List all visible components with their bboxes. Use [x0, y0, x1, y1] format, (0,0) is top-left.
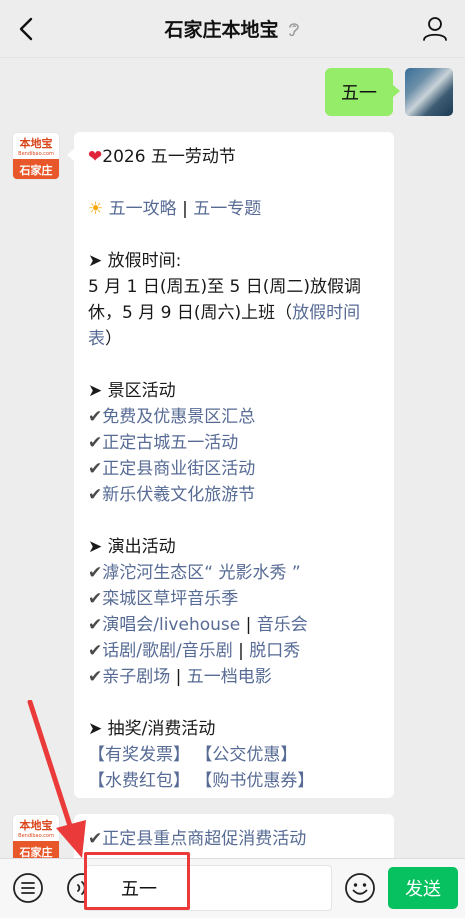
check-icon: ✔ — [88, 615, 103, 635]
show-item: ✔亲子剧场 | 五一档电影 — [88, 667, 272, 687]
book-coupon-link[interactable]: 【购书优惠券】 — [195, 771, 314, 791]
holiday-heading: ➤ 放假时间: — [88, 251, 182, 271]
self-message-row: 五一 — [325, 68, 453, 116]
lottery-heading: ➤ 抽奖/消费活动 — [88, 719, 216, 739]
scenic-item: ✔正定古城五一活动 — [88, 433, 239, 453]
user-profile-icon[interactable] — [421, 14, 449, 42]
check-icon: ✔ — [88, 563, 103, 583]
bot-avatar[interactable]: 本地宝 Bendibao.com 石家庄 — [12, 814, 60, 858]
check-icon: ✔ — [88, 641, 103, 661]
bot-avatar-url: Bendibao.com — [18, 151, 54, 157]
holiday-title-line: ❤2026 五一劳动节 — [88, 144, 380, 170]
emoji-icon[interactable] — [344, 872, 376, 904]
bot-avatar-url: Bendibao.com — [18, 833, 54, 839]
scenic-item: ✔免费及优惠景区汇总 — [88, 407, 256, 427]
chat-header: 石家庄本地宝 — [0, 0, 465, 58]
bot-message-bubble: ✔正定县重点商超促消费活动 — [67, 814, 394, 858]
guide-links-line: ☀ 五一攻略 | 五一专题 — [88, 199, 262, 219]
show-item: ✔滹沱河生态区“ 光影水秀 ” — [88, 563, 301, 583]
send-button[interactable]: 发送 — [388, 867, 458, 909]
sun-icon: ☀ — [88, 199, 104, 219]
input-toolbar: 五一 发送 — [0, 858, 465, 918]
back-arrow-icon[interactable] — [12, 14, 42, 44]
check-icon: ✔ — [88, 433, 103, 453]
lottery-links-row: 【水费红包】 【购书优惠券】 — [88, 768, 380, 794]
scenic-heading: ➤ 景区活动 — [88, 381, 176, 401]
check-icon: ✔ — [88, 407, 103, 427]
lottery-links-row: 【有奖发票】 【公交优惠】 — [88, 742, 380, 768]
chat-area[interactable]: 五一 本地宝 Bendibao.com 石家庄 ❤2026 五一劳动节 ☀ 五一… — [0, 58, 465, 858]
topic-link[interactable]: 五一专题 — [193, 199, 261, 219]
bot-avatar-city: 石家庄 — [13, 841, 59, 858]
chat-title: 石家庄本地宝 — [164, 19, 279, 41]
message-input[interactable]: 五一 — [86, 865, 332, 911]
show-item: ✔话剧/歌剧/音乐剧 | 脱口秀 — [88, 641, 301, 661]
show-item: ✔演唱会/livehouse | 音乐会 — [88, 615, 308, 635]
check-icon: ✔ — [88, 829, 103, 849]
self-message-bubble[interactable]: 五一 — [325, 68, 400, 116]
scenic-item: ✔新乐伏羲文化旅游节 — [88, 485, 256, 505]
check-icon: ✔ — [88, 459, 103, 479]
holiday-text: 5 月 1 日(周五)至 5 日(周二)放假调休，5 月 9 日(周六)上班（放… — [88, 277, 361, 349]
guide-link[interactable]: 五一攻略 — [109, 199, 177, 219]
show-item: ✔栾城区草坪音乐季 — [88, 589, 239, 609]
menu-list-icon[interactable] — [12, 872, 44, 904]
bus-discount-link[interactable]: 【公交优惠】 — [195, 745, 297, 765]
check-icon: ✔ — [88, 667, 103, 687]
scenic-item: ✔正定县重点商超促消费活动 — [88, 829, 307, 849]
self-avatar[interactable] — [405, 68, 453, 116]
ear-mute-icon — [288, 22, 299, 36]
check-icon: ✔ — [88, 589, 103, 609]
check-icon: ✔ — [88, 485, 103, 505]
holiday-title: 2026 五一劳动节 — [102, 147, 236, 167]
bot-avatar-brand: 本地宝 — [19, 819, 53, 832]
water-redpacket-link[interactable]: 【水费红包】 — [88, 771, 190, 791]
show-heading: ➤ 演出活动 — [88, 537, 176, 557]
bot-avatar[interactable]: 本地宝 Bendibao.com 石家庄 — [12, 132, 60, 180]
bot-message-bubble: ❤2026 五一劳动节 ☀ 五一攻略 | 五一专题 ➤ 放假时间: 5 月 1 … — [67, 132, 394, 798]
bot-avatar-brand: 本地宝 — [19, 137, 53, 150]
scenic-item: ✔正定县商业街区活动 — [88, 459, 256, 479]
heart-icon: ❤ — [88, 147, 103, 167]
invoice-lottery-link[interactable]: 【有奖发票】 — [88, 745, 190, 765]
bot-avatar-city: 石家庄 — [13, 159, 59, 179]
